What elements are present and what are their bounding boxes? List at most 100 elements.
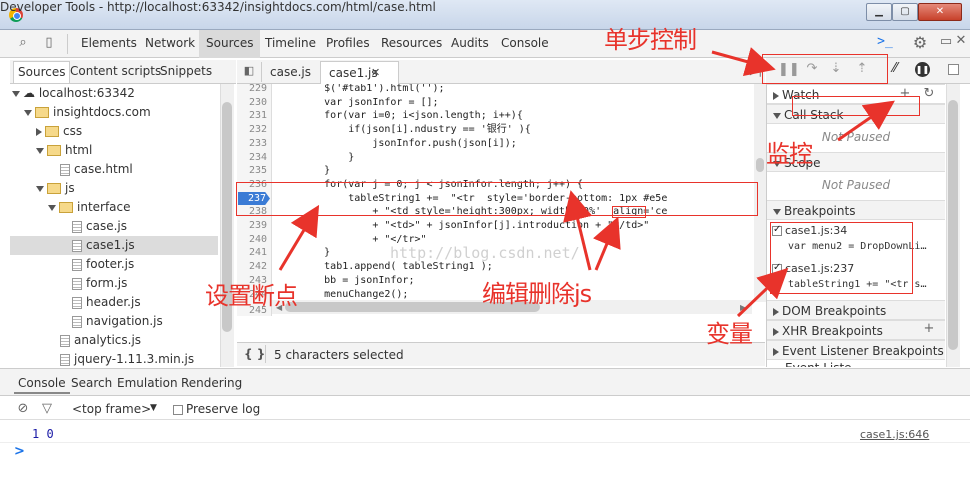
tree-item-interface[interactable]: interface [48,198,131,217]
tree-item-localhost[interactable]: ☁ localhost:63342 [12,84,135,103]
preserve-log-option[interactable]: Preserve log [173,402,260,416]
collapse-arrow-icon [36,127,42,136]
tree-item-case-js[interactable]: case.js [72,217,127,236]
code-line: $('#tab1').html(''); [276,84,445,94]
tab-network[interactable]: Network [138,30,202,58]
tree-item-footer-js[interactable]: footer.js [72,255,134,274]
watch-box [792,96,920,116]
sidebar-scroll-thumb[interactable] [948,100,958,350]
drawer-tab-console[interactable]: Console [14,374,70,394]
tree-item-css[interactable]: css [36,122,82,141]
folder-icon [47,145,61,156]
tree-item-insightdocs[interactable]: insightdocs.com [24,103,151,122]
file-icon [72,258,82,271]
pause-on-exceptions-icon[interactable]: ❚❚ [915,62,930,77]
tree-item-form-js[interactable]: form.js [72,274,127,293]
gear-icon[interactable]: ⚙ [910,33,930,52]
drawer-tab-search[interactable]: Search [67,374,116,394]
console-source-link[interactable]: case1.js:646 [860,428,929,441]
folder-icon [47,183,61,194]
scroll-right-icon[interactable]: ▶ [740,303,746,312]
drawer-tab-emulation[interactable]: Emulation [113,374,182,394]
line-number[interactable]: 242 [249,260,267,274]
drawer-console-icon[interactable]: >_ [874,34,896,49]
dom-breakpoints-section[interactable]: DOM Breakpoints [767,300,945,320]
cloud-icon: ☁ [23,86,35,100]
folder-icon [45,126,59,137]
event-listeners-partial: Event Liste... [767,360,945,367]
drawer-tab-rendering[interactable]: Rendering [177,374,246,394]
line-number[interactable]: 240 [249,233,267,247]
tab-navigator-sources[interactable]: Sources [13,61,71,83]
filter-icon[interactable]: ▽ [40,401,54,416]
code-vscroll-thumb[interactable] [756,158,764,172]
editor-tab-case-js[interactable]: case.js [262,61,319,84]
tab-profiles[interactable]: Profiles [319,30,377,58]
collapse-arrow-icon [773,327,779,336]
tab-content-scripts[interactable]: Content scripts [66,61,165,83]
async-checkbox[interactable] [948,64,959,75]
collapse-arrow-icon [773,91,779,100]
tree-item-header-js[interactable]: header.js [72,293,141,312]
preserve-log-checkbox[interactable] [173,404,183,415]
search-icon[interactable]: ⌕ [14,35,32,50]
minimize-button[interactable]: ▁ [866,3,892,21]
line-number[interactable]: 241 [249,246,267,260]
close-button[interactable]: ✕ [918,3,962,21]
tab-resources[interactable]: Resources [374,30,449,58]
breakpoints-box [770,222,913,294]
dock-icon[interactable]: ▭ [937,34,955,49]
line-number[interactable]: 231 [249,109,267,123]
file-icon [72,239,82,252]
line-number[interactable]: 233 [249,137,267,151]
line-number[interactable]: 235 [249,164,267,178]
add-xhr-breakpoint-icon[interactable]: + [922,321,936,336]
code-line: var jsonInfor = []; [276,96,439,108]
line-number[interactable]: 232 [249,123,267,137]
annotation-edit-delete: 编辑删除js [482,280,592,308]
tree-item-analytics-js[interactable]: analytics.js [60,331,141,350]
editor-tab-case1-js[interactable]: case1.js [320,61,399,84]
frame-selector[interactable]: <top frame> [72,402,151,416]
expand-arrow-icon [24,109,32,116]
xhr-breakpoints-section[interactable]: XHR Breakpoints [767,320,945,340]
tab-sources[interactable]: Sources [199,30,261,58]
close-devtools-icon[interactable]: ✕ [955,33,967,48]
line-number[interactable]: 239 [249,219,267,233]
line-number[interactable]: 229 [249,82,267,96]
collapse-arrow-icon [773,347,779,356]
pretty-print-icon[interactable]: { } [244,347,265,361]
frame-dropdown-icon[interactable]: ▼ [150,403,157,413]
edit-code-box [612,206,646,218]
expand-arrow-icon [12,90,20,97]
breakpoint-line-box [236,182,758,216]
maximize-button[interactable]: ▢ [892,3,918,21]
breakpoints-section[interactable]: Breakpoints [767,200,945,220]
refresh-watch-icon[interactable]: ↻ [922,86,936,101]
tab-audits[interactable]: Audits [444,30,496,58]
tree-item-jquery[interactable]: jquery-1.11.3.min.js [60,350,194,369]
console-prompt[interactable]: > [14,444,25,459]
console-output: 1 0 [32,427,54,441]
tree-item-navigation-js[interactable]: navigation.js [72,312,163,331]
file-icon [72,277,82,290]
close-tab-icon[interactable]: ✕ [371,66,380,79]
tree-item-js[interactable]: js [36,179,75,198]
tab-console[interactable]: Console [494,30,556,58]
device-mode-icon[interactable]: ▯ [42,35,56,50]
clear-console-icon[interactable]: ⊘ [16,401,30,416]
line-number[interactable]: 234 [249,151,267,165]
tree-item-case-html[interactable]: case.html [60,160,133,179]
tab-snippets[interactable]: Snippets [156,61,216,83]
file-icon [60,353,70,366]
file-icon [72,220,82,233]
file-tree: ☁ localhost:63342 insightdocs.com css ht… [10,84,220,367]
tree-item-case1-js[interactable]: case1.js [10,236,218,255]
tab-elements[interactable]: Elements [74,30,144,58]
deactivate-breakpoints-icon[interactable]: ⁄⁄ [886,61,904,76]
line-number[interactable]: 230 [249,96,267,110]
toggle-navigator-icon[interactable]: ◧ [242,64,256,77]
event-listener-section[interactable]: Event Listener Breakpoints [767,340,945,360]
tree-item-html[interactable]: html [36,141,92,160]
tab-timeline[interactable]: Timeline [258,30,323,58]
